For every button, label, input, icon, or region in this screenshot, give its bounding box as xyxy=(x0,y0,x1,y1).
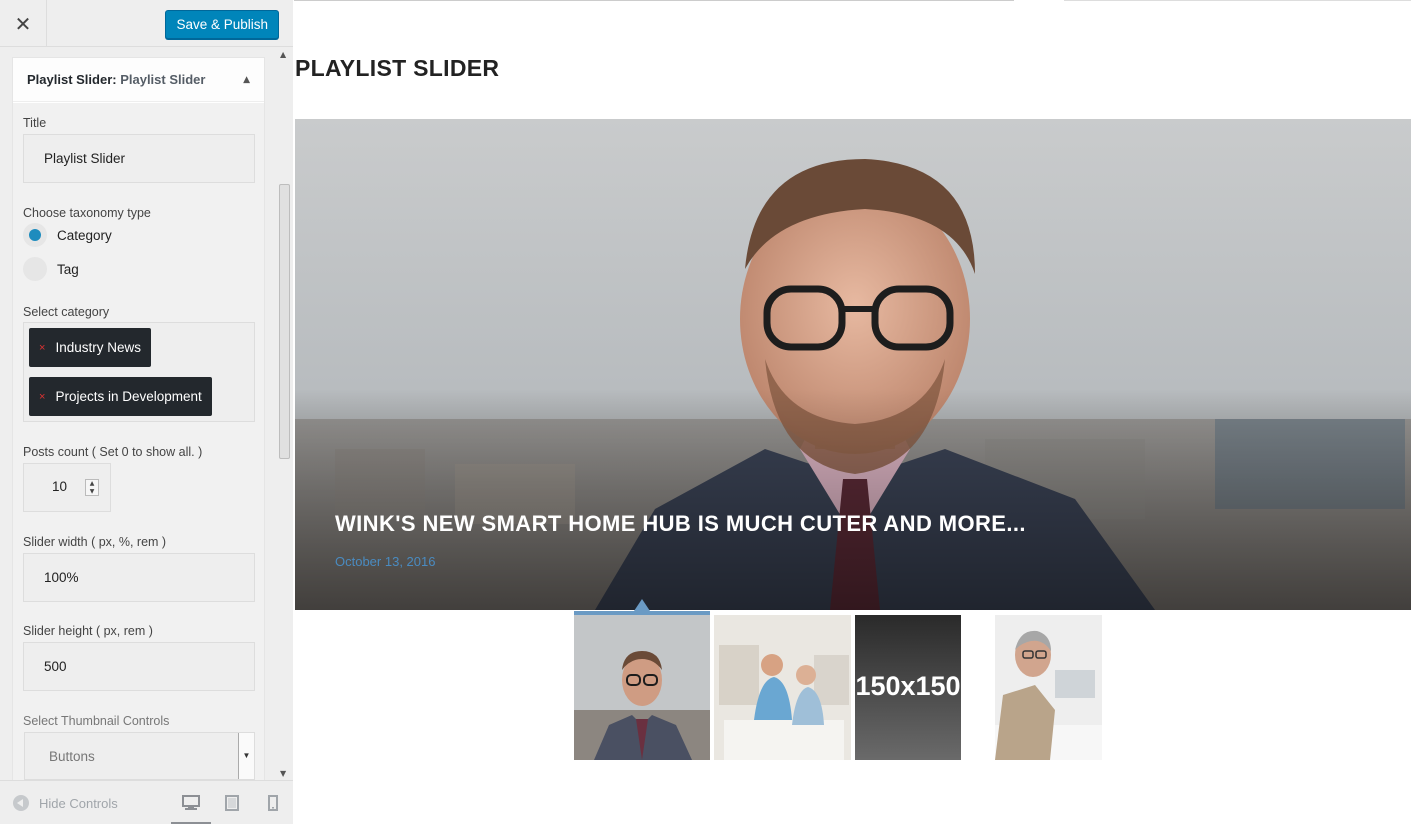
scroll-up-icon[interactable]: ▲ xyxy=(280,50,286,59)
save-publish-button[interactable]: Save & Publish xyxy=(165,10,279,39)
slider-main-slide[interactable]: WINK'S NEW SMART HOME HUB IS MUCH CUTER … xyxy=(295,119,1411,610)
thumb-controls-value: Buttons xyxy=(49,749,95,764)
thumb-controls-label: Select Thumbnail Controls xyxy=(23,714,170,728)
category-multiselect[interactable]: × Industry News × Projects in Developmen… xyxy=(23,322,255,422)
chevron-down-icon[interactable]: ▼ xyxy=(238,733,254,779)
slider-width-label: Slider width ( px, %, rem ) xyxy=(23,535,167,549)
close-icon: ✕ xyxy=(14,11,32,36)
mobile-icon xyxy=(268,795,278,811)
thumbnail-image xyxy=(714,615,851,760)
taxonomy-option-tag[interactable]: Tag xyxy=(23,257,79,281)
slider-height-input[interactable]: 500 xyxy=(23,642,255,691)
tablet-preview-button[interactable] xyxy=(221,793,243,813)
placeholder-image: 150x150 xyxy=(855,615,961,760)
divider xyxy=(1064,0,1411,1)
title-label: Title xyxy=(23,116,47,130)
customizer-footer: Hide Controls xyxy=(0,780,293,824)
tag-radio[interactable] xyxy=(23,257,47,281)
slide-date[interactable]: October 13, 2016 xyxy=(335,554,435,569)
desktop-icon xyxy=(182,795,200,810)
category-chip: × Projects in Development xyxy=(29,377,212,416)
thumbnail-1[interactable] xyxy=(574,615,710,760)
chip-label: Projects in Development xyxy=(55,389,202,404)
widget-instance-title: Playlist Slider xyxy=(116,72,206,87)
taxonomy-type-label: Choose taxonomy type xyxy=(23,206,151,220)
controls-scroll-area: Playlist Slider: Playlist Slider ▲ Title… xyxy=(0,47,293,780)
thumb-controls-select[interactable]: Buttons ▼ xyxy=(24,732,255,780)
posts-count-label: Posts count ( Set 0 to show all. ) xyxy=(23,445,203,459)
chip-label: Industry News xyxy=(55,340,141,355)
site-preview: PLAYLIST SLIDER WINK'S NEW SMART HOME HU… xyxy=(294,0,1411,824)
tag-radio-label: Tag xyxy=(57,261,79,277)
placeholder-size-text: 150x150 xyxy=(855,671,960,701)
select-category-label: Select category xyxy=(23,305,110,319)
widget-panel-header[interactable]: Playlist Slider: Playlist Slider ▲ xyxy=(13,58,264,102)
remove-chip-icon[interactable]: × xyxy=(39,391,45,403)
thumbnail-image xyxy=(995,615,1102,760)
sidebar-scrollbar[interactable]: ▲ ▼ xyxy=(277,47,293,780)
posts-count-input[interactable]: 10 ▲ ▼ xyxy=(23,463,111,512)
close-customizer-button[interactable]: ✕ xyxy=(0,0,47,47)
slider-height-label: Slider height ( px, rem ) xyxy=(23,624,153,638)
taxonomy-option-category[interactable]: Category xyxy=(23,223,112,247)
mobile-preview-button[interactable] xyxy=(262,793,284,813)
posts-count-value: 10 xyxy=(52,479,68,494)
thumbnail-image xyxy=(574,615,710,760)
desktop-preview-button[interactable] xyxy=(171,793,211,824)
thumbnail-3-placeholder[interactable]: 150x150 xyxy=(855,615,961,760)
scroll-down-icon[interactable]: ▼ xyxy=(280,769,286,778)
category-chip: × Industry News xyxy=(29,328,151,367)
tablet-icon xyxy=(225,795,239,811)
scrollbar-thumb[interactable] xyxy=(279,184,290,459)
thumbnail-2[interactable] xyxy=(714,615,851,760)
collapse-arrow-icon[interactable]: ▲ xyxy=(243,75,250,85)
widget-type-label: Playlist Slider: xyxy=(27,72,117,87)
category-radio[interactable] xyxy=(23,223,47,247)
customizer-header: ✕ Save & Publish xyxy=(0,0,293,47)
slider-width-input[interactable]: 100% xyxy=(23,553,255,602)
hide-controls-button[interactable]: Hide Controls xyxy=(13,795,118,811)
divider xyxy=(294,0,1014,1)
customizer-sidebar: ✕ Save & Publish Playlist Slider: Playli… xyxy=(0,0,293,824)
thumbnail-4[interactable] xyxy=(995,615,1102,760)
widget-title: Playlist Slider: Playlist Slider xyxy=(27,72,205,87)
number-spinner[interactable]: ▲ ▼ xyxy=(85,479,99,496)
title-input[interactable]: Playlist Slider xyxy=(23,134,255,183)
widget-form: Title Playlist Slider Choose taxonomy ty… xyxy=(13,103,264,780)
widget-heading: PLAYLIST SLIDER xyxy=(295,55,500,81)
hide-controls-label: Hide Controls xyxy=(39,795,118,811)
remove-chip-icon[interactable]: × xyxy=(39,342,45,354)
widget-panel: Playlist Slider: Playlist Slider ▲ Title… xyxy=(12,57,265,780)
category-radio-label: Category xyxy=(57,227,112,243)
collapse-sidebar-icon xyxy=(13,795,29,811)
active-thumb-pointer xyxy=(634,599,650,611)
slide-title[interactable]: WINK'S NEW SMART HOME HUB IS MUCH CUTER … xyxy=(335,511,1026,537)
